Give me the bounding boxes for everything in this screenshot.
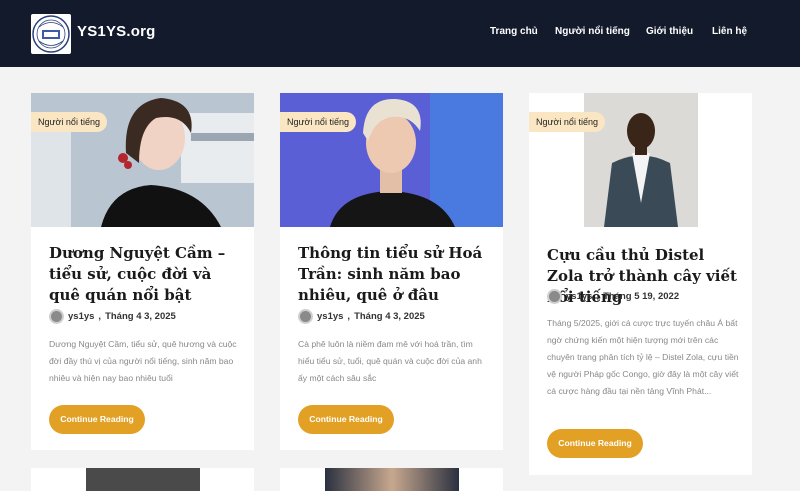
category-badge[interactable]: Người nổi tiếng	[31, 112, 107, 132]
post-date: Tháng 5 19, 2022	[603, 291, 680, 302]
post-thumbnail[interactable]	[86, 468, 200, 491]
logo-emblem-icon	[32, 15, 70, 53]
author-avatar	[49, 309, 64, 324]
post-author[interactable]: ys1ys	[68, 311, 94, 322]
author-avatar	[547, 289, 562, 304]
post-author[interactable]: ys1ys	[566, 291, 592, 302]
post-card-4	[31, 468, 254, 491]
post-card-5	[280, 468, 503, 491]
author-avatar	[298, 309, 313, 324]
post-card-2: Người nổi tiếng Thông tin tiểu sử Hoá Tr…	[280, 93, 503, 450]
post-title[interactable]: Thông tin tiểu sử Hoá Trần: sinh năm bao…	[298, 243, 493, 306]
nav-about[interactable]: Giới thiệu	[646, 26, 693, 37]
post-meta: ys1ys, Tháng 4 3, 2025	[49, 309, 176, 324]
continue-reading-button[interactable]: Continue Reading	[49, 405, 145, 434]
category-badge[interactable]: Người nổi tiếng	[529, 112, 605, 132]
post-excerpt: Tháng 5/2025, giới cá cược trực tuyến ch…	[547, 318, 739, 396]
post-author[interactable]: ys1ys	[317, 311, 343, 322]
site-title[interactable]: YS1YS.org	[77, 23, 156, 40]
post-date: Tháng 4 3, 2025	[354, 311, 425, 322]
post-date: Tháng 4 3, 2025	[105, 311, 176, 322]
continue-reading-button[interactable]: Continue Reading	[547, 429, 643, 458]
site-header: YS1YS.org Trang chủ Người nổi tiếng Giới…	[0, 0, 800, 67]
post-thumbnail[interactable]: Người nổi tiếng	[31, 93, 254, 227]
post-title[interactable]: Dương Nguyệt Cầm – tiểu sử, cuộc đời và …	[49, 243, 239, 306]
post-excerpt: Cà phê luôn là niềm đam mê với hoá trần,…	[298, 339, 482, 383]
nav-celebrities[interactable]: Người nổi tiếng	[555, 26, 630, 37]
post-meta: ys1ys, Tháng 5 19, 2022	[547, 289, 679, 304]
site-logo[interactable]	[31, 14, 71, 54]
category-badge[interactable]: Người nổi tiếng	[280, 112, 356, 132]
post-card-3: Người nổi tiếng Cựu cầu thủ Distel Zola …	[529, 93, 752, 475]
post-meta: ys1ys, Tháng 4 3, 2025	[298, 309, 425, 324]
continue-reading-button[interactable]: Continue Reading	[298, 405, 394, 434]
nav-home[interactable]: Trang chủ	[490, 26, 538, 37]
post-excerpt: Dương Nguyệt Cầm, tiểu sử, quê hương và …	[49, 339, 237, 383]
post-thumbnail[interactable]	[325, 468, 459, 491]
nav-contact[interactable]: Liên hệ	[712, 26, 747, 37]
post-thumbnail[interactable]: Người nổi tiếng	[280, 93, 503, 227]
post-card-1: Người nổi tiếng Dương Nguyệt Cầm – tiểu …	[31, 93, 254, 450]
